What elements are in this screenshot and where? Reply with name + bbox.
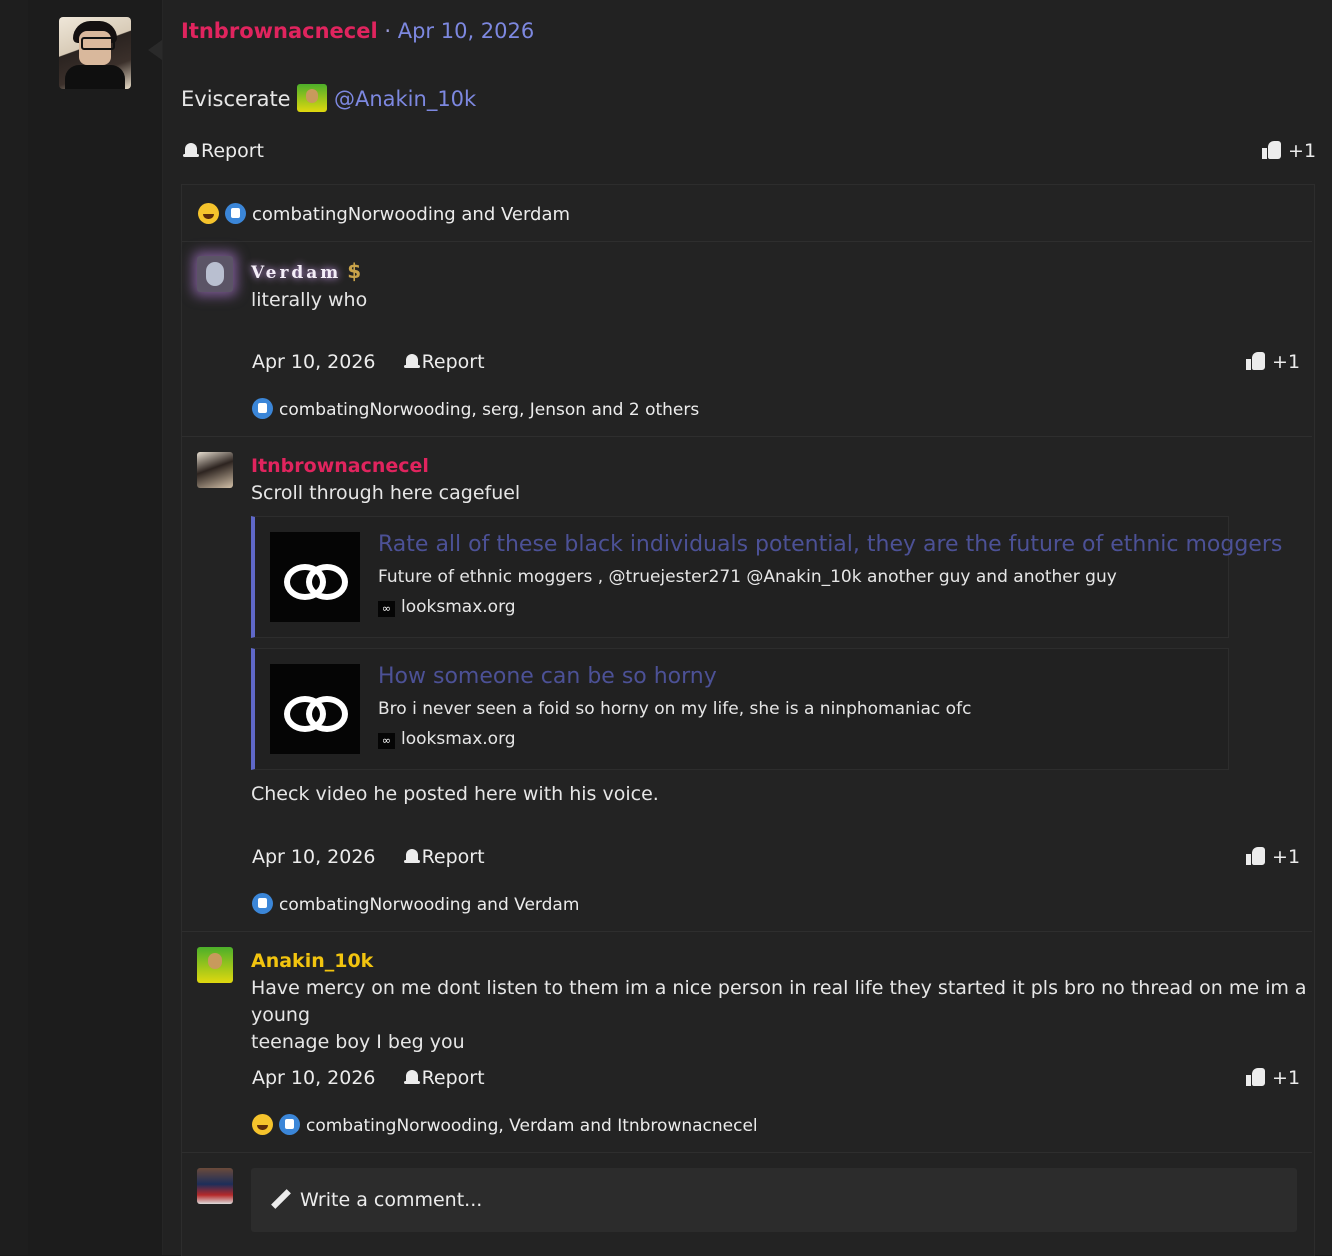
post-author-avatar[interactable] (59, 17, 131, 89)
like-label: +1 (1288, 140, 1317, 162)
post-reactions-bar[interactable]: combatingNorwooding and Verdam (198, 203, 570, 225)
pencil-icon (271, 1190, 291, 1210)
reactions-summary: combatingNorwooding, serg, Jenson and 2 … (279, 400, 700, 420)
post-header: Itnbrownacnecel · Apr 10, 2026 (181, 19, 534, 43)
report-label: Report (421, 846, 485, 868)
report-label: Report (421, 351, 485, 373)
comment-text-after: Check video he posted here with his voic… (251, 783, 659, 805)
site-name: looksmax.org (401, 597, 516, 617)
comment-avatar-anakin[interactable] (197, 947, 233, 983)
bell-icon (403, 848, 420, 865)
like-reaction-icon (225, 203, 246, 224)
thumbs-up-icon (1246, 351, 1266, 371)
thumbs-up-icon (1246, 846, 1266, 866)
bell-icon (403, 353, 420, 370)
like-reaction-icon (252, 893, 273, 914)
thumbs-up-icon (1262, 140, 1282, 160)
bell-icon (183, 142, 199, 159)
like-reaction-icon (279, 1114, 300, 1135)
reactions-summary: combatingNorwooding and Verdam (279, 895, 580, 915)
mention-avatar (297, 84, 328, 112)
report-label: Report (421, 1067, 485, 1089)
laugh-emoji-icon (198, 203, 219, 224)
comment-date[interactable]: Apr 10, 2026 (252, 846, 376, 868)
post-author-name[interactable]: Itnbrownacnecel (181, 19, 378, 43)
link-description: Future of ethnic moggers , @truejester27… (378, 567, 1117, 587)
comment-report-button[interactable]: Report (403, 351, 485, 373)
comment-text: Have mercy on me dont listen to them im … (251, 975, 1332, 1056)
dollar-badge-icon: $ (347, 259, 362, 283)
comment-text: literally who (251, 289, 368, 311)
comment-date[interactable]: Apr 10, 2026 (252, 1067, 376, 1089)
link-title[interactable]: How someone can be so horny (378, 664, 717, 689)
site-name: looksmax.org (401, 729, 516, 749)
post-body: Eviscerate @Anakin_10k (181, 84, 476, 112)
link-thumbnail (270, 664, 360, 754)
like-label: +1 (1272, 846, 1301, 868)
favicon-icon: ∞ (378, 601, 395, 617)
comment-text-line: teenage boy I beg you (251, 1031, 465, 1053)
comment-like-button[interactable]: +1 (1246, 1067, 1300, 1089)
comment-report-button[interactable]: Report (403, 1067, 485, 1089)
comment-author[interactable]: Anakin_10k (251, 950, 373, 972)
post-text: Eviscerate (181, 87, 291, 111)
link-description: Bro i never seen a foid so horny on my l… (378, 699, 972, 719)
post-report-button[interactable]: Report (183, 140, 264, 162)
comment-avatar-verdam[interactable] (197, 256, 233, 292)
link-site: ∞ looksmax.org (378, 729, 516, 749)
post-arrow (148, 40, 162, 60)
link-thumbnail (270, 532, 360, 622)
comment-meta: Apr 10, 2026 Report (252, 351, 485, 373)
link-preview-card[interactable]: Rate all of these black individuals pote… (251, 516, 1282, 638)
current-user-avatar (197, 1168, 233, 1204)
comment-reactions-bar[interactable]: combatingNorwooding, Verdam and Itnbrown… (252, 1114, 758, 1136)
divider (182, 1152, 1312, 1153)
header-separator: · (384, 19, 392, 43)
report-label: Report (201, 140, 264, 162)
divider (182, 436, 1312, 437)
favicon-icon: ∞ (378, 733, 395, 749)
like-reaction-icon (252, 398, 273, 419)
comment-reactions-bar[interactable]: combatingNorwooding and Verdam (252, 893, 579, 915)
link-site: ∞ looksmax.org (378, 597, 516, 617)
comment-meta: Apr 10, 2026 Report (252, 846, 485, 868)
comment-avatar-itnbrownacnecel[interactable] (197, 452, 233, 488)
divider (182, 241, 1312, 242)
post-like-button[interactable]: +1 (1262, 140, 1316, 162)
like-label: +1 (1272, 351, 1301, 373)
comment-like-button[interactable]: +1 (1246, 351, 1300, 373)
comment-meta: Apr 10, 2026 Report (252, 1067, 485, 1089)
link-title[interactable]: Rate all of these black individuals pote… (378, 532, 1282, 557)
comment-reactions-bar[interactable]: combatingNorwooding, serg, Jenson and 2 … (252, 398, 699, 420)
write-comment-box[interactable]: Write a comment... (251, 1168, 1297, 1232)
comment-author[interactable]: Verdam $ (251, 259, 361, 283)
comment-date[interactable]: Apr 10, 2026 (252, 351, 376, 373)
bell-icon (403, 1069, 420, 1086)
comment-author[interactable]: Itnbrownacnecel (251, 455, 429, 477)
divider (182, 931, 1312, 932)
left-gutter (0, 0, 28, 1255)
comment-text-line: Have mercy on me dont listen to them im … (251, 977, 1307, 1026)
thumbs-up-icon (1246, 1067, 1266, 1087)
write-comment-placeholder: Write a comment... (300, 1189, 483, 1211)
comment-like-button[interactable]: +1 (1246, 846, 1300, 868)
laugh-emoji-icon (252, 1114, 273, 1135)
post-date[interactable]: Apr 10, 2026 (398, 19, 535, 43)
post-user-column (28, 0, 163, 1255)
comment-text: Scroll through here cagefuel (251, 482, 521, 504)
comment-report-button[interactable]: Report (403, 846, 485, 868)
post-mention-link[interactable]: @Anakin_10k (334, 87, 476, 111)
like-label: +1 (1272, 1067, 1301, 1089)
reactions-summary: combatingNorwooding and Verdam (252, 204, 571, 225)
reactions-summary: combatingNorwooding, Verdam and Itnbrown… (306, 1116, 758, 1136)
link-preview-card[interactable]: How someone can be so horny Bro i never … (251, 648, 1229, 770)
